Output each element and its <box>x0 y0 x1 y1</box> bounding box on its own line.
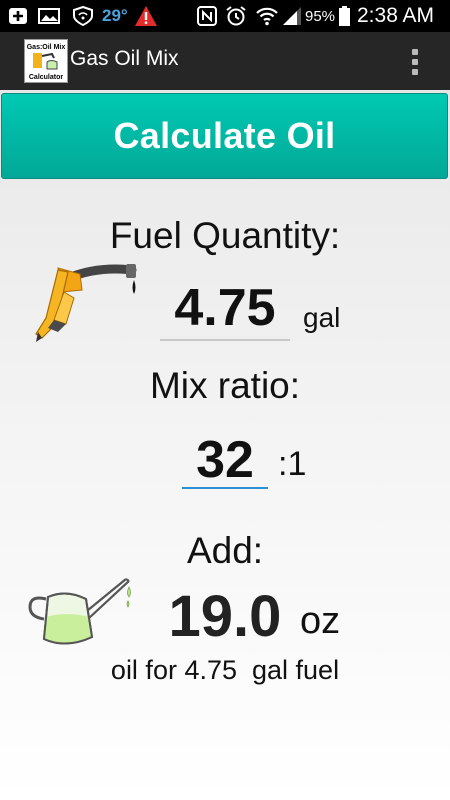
oil-can-icon <box>26 573 138 653</box>
result-summary-text: oil for 4.75 gal fuel <box>110 655 340 685</box>
svg-text:Gas:Oil Mix: Gas:Oil Mix <box>27 44 66 51</box>
image-notification-icon <box>38 0 60 32</box>
fuel-pump-nozzle-icon <box>28 262 140 344</box>
fuel-quantity-input[interactable]: 4.75 <box>160 278 290 338</box>
temperature-text: 29° <box>102 6 128 25</box>
mix-ratio-input[interactable]: 32 <box>182 430 268 490</box>
status-bar: 29° 95% 2:38 AM <box>0 0 450 32</box>
calculate-oil-button[interactable]: Calculate Oil <box>1 93 448 179</box>
fuel-input-underline <box>160 339 290 341</box>
alarm-icon <box>225 0 247 32</box>
fuel-quantity-label: Fuel Quantity: <box>109 215 341 256</box>
plus-notification-icon <box>8 0 28 32</box>
mix-ratio-label: Mix ratio: <box>149 365 301 406</box>
add-label: Add: <box>186 530 264 571</box>
oil-unit-label: oz <box>300 600 341 642</box>
battery-icon <box>338 0 351 32</box>
wifi-icon <box>255 0 279 32</box>
clock-text: 2:38 AM <box>357 4 435 27</box>
warning-icon <box>134 0 158 32</box>
oil-amount-value: 19.0 <box>168 584 282 649</box>
overflow-menu-icon[interactable] <box>405 47 425 77</box>
app-logo-icon: Gas:Oil Mix Calculator <box>24 39 68 83</box>
action-bar: Gas:Oil Mix Calculator Gas Oil Mix <box>0 32 450 90</box>
signal-icon <box>282 0 302 32</box>
shield-wifi-icon <box>72 0 94 32</box>
battery-percent-text: 95% <box>305 7 336 25</box>
ratio-suffix-label: :1 <box>278 445 307 483</box>
nfc-icon <box>197 0 217 32</box>
app-title: Gas Oil Mix <box>70 47 179 70</box>
ratio-input-underline <box>182 487 268 489</box>
fuel-unit-label: gal <box>303 302 341 333</box>
svg-text:Calculator: Calculator <box>29 74 64 81</box>
calculate-oil-label: Calculate Oil <box>113 115 336 156</box>
